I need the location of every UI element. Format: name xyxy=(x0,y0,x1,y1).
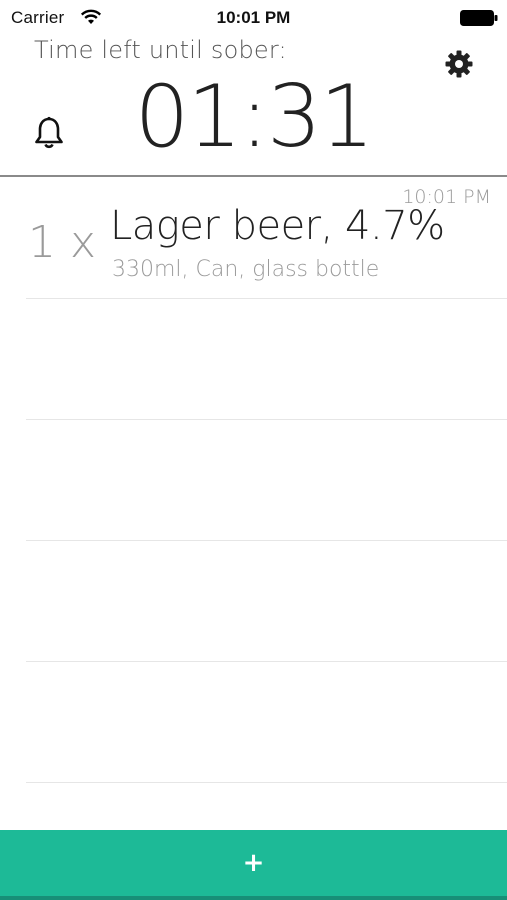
drink-detail: 330ml, Can, glass bottle xyxy=(112,257,380,282)
empty-row xyxy=(26,540,507,662)
time-left-label: Time left until sober: xyxy=(34,36,287,64)
status-time: 10:01 PM xyxy=(216,8,291,27)
drink-list: 10:01 PM 1 x Lager beer, 4.7% 330ml, Can… xyxy=(0,177,507,830)
status-bar: Carrier 10:01 PM xyxy=(0,0,507,36)
empty-row xyxy=(26,419,507,541)
sober-timer-header: Time left until sober: 01:31 xyxy=(0,36,507,176)
drink-quantity: 1 x xyxy=(28,217,97,268)
app-screen: Carrier 10:01 PM Time left until sober: xyxy=(0,0,507,900)
drink-row[interactable]: 10:01 PM 1 x Lager beer, 4.7% 330ml, Can… xyxy=(26,177,507,299)
drink-name: Lager beer, 4.7% xyxy=(110,203,445,249)
empty-row xyxy=(26,661,507,783)
plus-icon: + xyxy=(242,848,265,878)
sober-countdown: 01:31 xyxy=(134,67,375,167)
empty-row xyxy=(26,298,507,420)
battery-icon xyxy=(460,10,498,26)
add-drink-button[interactable]: + xyxy=(0,830,507,900)
